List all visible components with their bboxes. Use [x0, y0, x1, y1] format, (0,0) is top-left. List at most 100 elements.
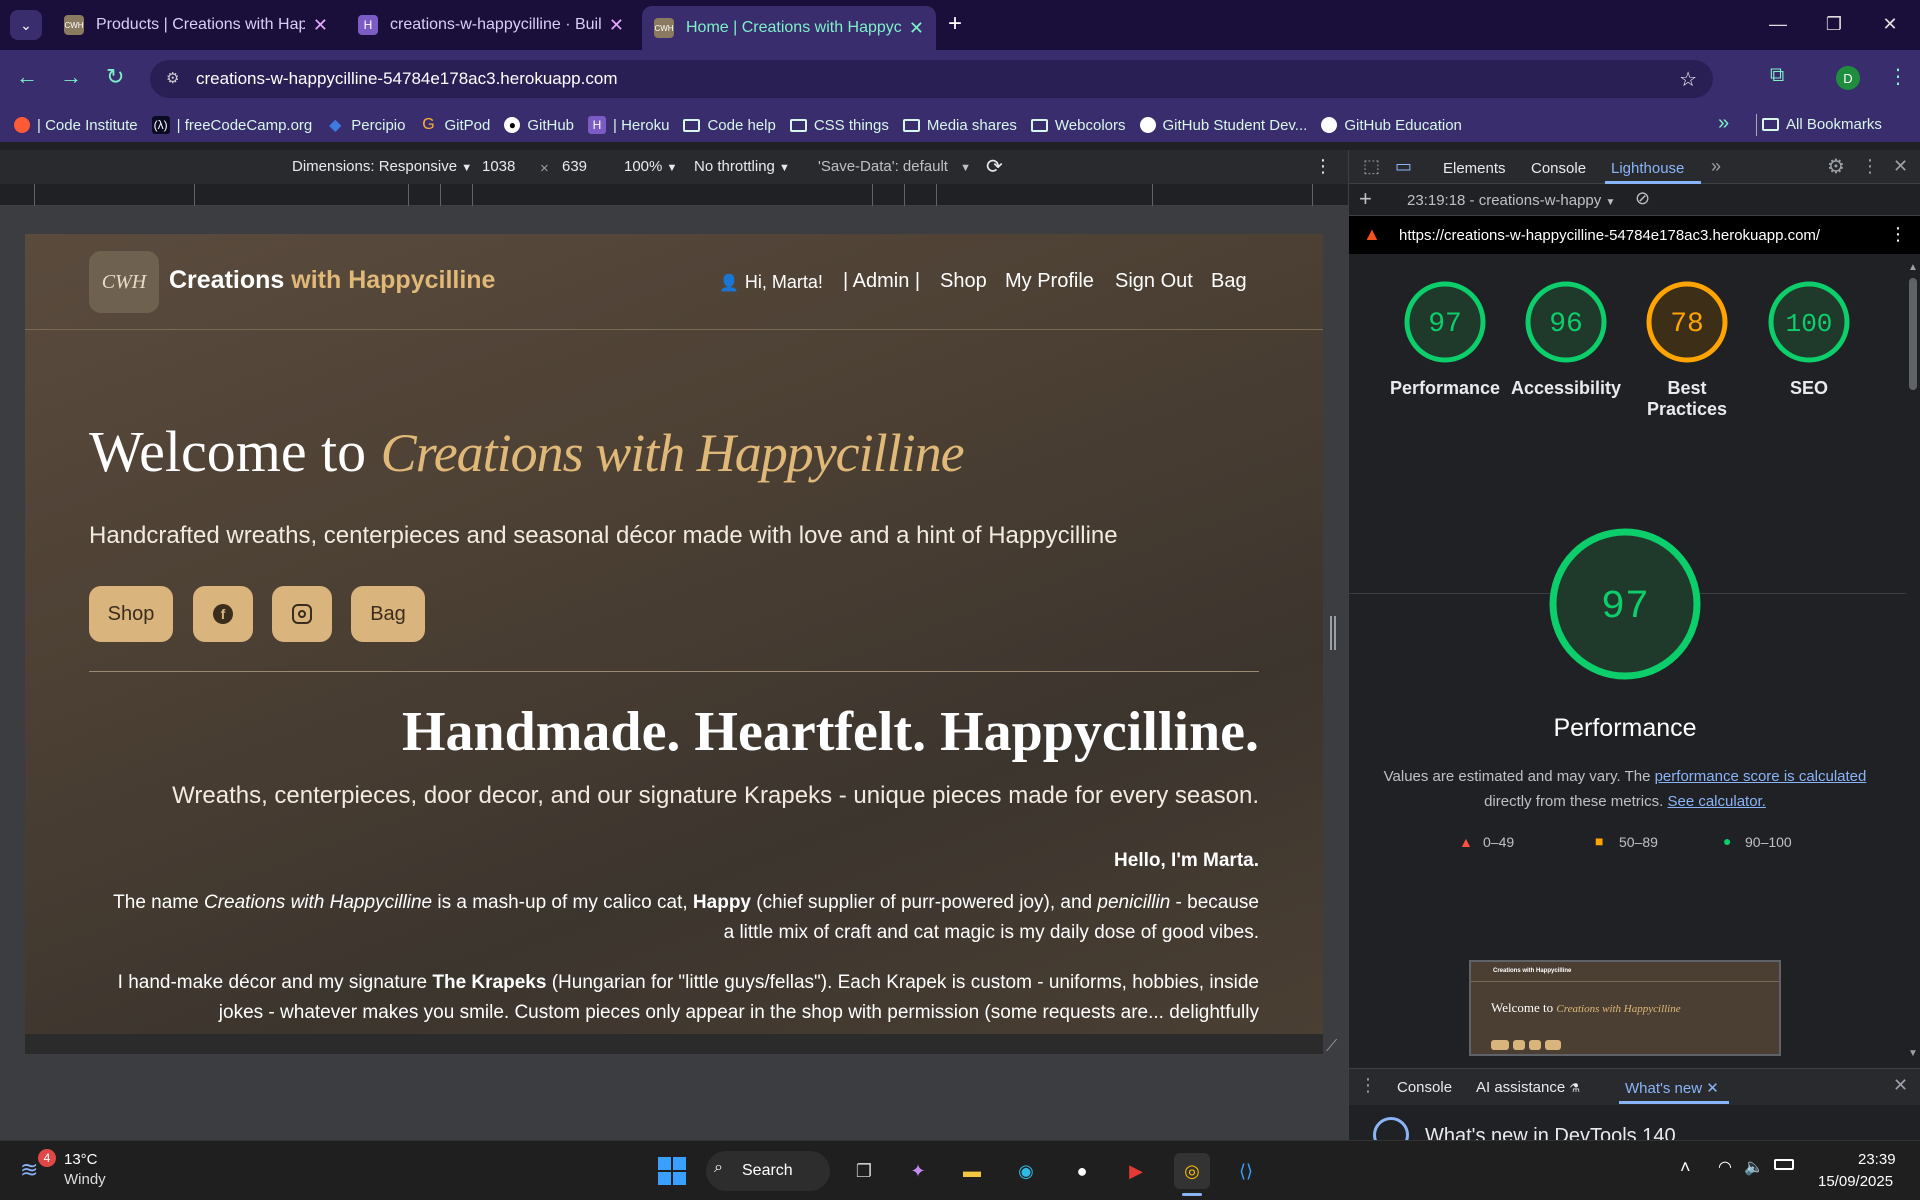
- address-bar[interactable]: ⚙ creations-w-happycilline-54784e178ac3.…: [150, 60, 1713, 98]
- bookmark-github-student[interactable]: GitHub Student Dev...: [1139, 117, 1307, 134]
- see-calculator-link[interactable]: See calculator.: [1667, 793, 1765, 810]
- tab-elements[interactable]: Elements: [1443, 160, 1506, 177]
- right-resize-handle[interactable]: [1330, 616, 1336, 650]
- clear-reports-icon[interactable]: ⊘: [1635, 188, 1650, 209]
- report-menu-icon[interactable]: ⋮: [1889, 224, 1907, 245]
- bookmark-folder-media-shares[interactable]: Media shares: [902, 117, 1017, 134]
- width-input[interactable]: 1038: [482, 158, 515, 175]
- more-options-icon[interactable]: ⋮: [1314, 156, 1332, 177]
- inspect-element-icon[interactable]: ⬚: [1363, 156, 1380, 177]
- all-bookmarks-button[interactable]: All Bookmarks: [1762, 116, 1882, 133]
- close-tab-icon[interactable]: ✕: [313, 15, 328, 36]
- reload-icon[interactable]: ↻: [106, 64, 124, 90]
- forward-icon[interactable]: →: [60, 64, 82, 90]
- file-explorer-icon[interactable]: ▬: [954, 1153, 990, 1189]
- more-bookmarks-icon[interactable]: »: [1718, 112, 1729, 135]
- hero-facebook-button[interactable]: f: [193, 586, 253, 642]
- tab-search-button[interactable]: ⌄: [10, 10, 42, 40]
- browser-tab-heroku-build[interactable]: H creations-w-happycilline · Build ✕: [346, 8, 636, 42]
- gauge-accessibility[interactable]: 96 Accessibility: [1496, 254, 1636, 414]
- hero-instagram-button[interactable]: [272, 586, 332, 642]
- task-view-icon[interactable]: ❐: [846, 1153, 882, 1189]
- report-scrollbar[interactable]: ▲ ▼: [1906, 260, 1920, 1062]
- dimensions-select[interactable]: Dimensions: Responsive ▼: [292, 158, 472, 175]
- site-brand[interactable]: Creations with Happycilline: [169, 266, 495, 295]
- clock-time[interactable]: 23:39: [1858, 1151, 1896, 1168]
- zoom-select[interactable]: 100% ▼: [624, 158, 677, 175]
- close-devtools-icon[interactable]: ✕: [1893, 156, 1908, 177]
- bookmark-gitpod[interactable]: G GitPod: [419, 116, 490, 134]
- scroll-down-arrow[interactable]: ▼: [1908, 1048, 1918, 1059]
- edge-icon[interactable]: ◉: [1008, 1153, 1044, 1189]
- more-tabs-icon[interactable]: »: [1711, 156, 1721, 177]
- profile-avatar[interactable]: D: [1836, 66, 1860, 90]
- browser-tab-products[interactable]: CWH Products | Creations with Happycilli…: [52, 8, 340, 42]
- browser-tab-home[interactable]: CWH Home | Creations with Happycilline ✕: [642, 6, 936, 50]
- gauge-performance[interactable]: 97 Performance: [1375, 254, 1515, 414]
- github-desktop-icon[interactable]: ●: [1064, 1153, 1100, 1189]
- bookmark-github-education[interactable]: GitHub Education: [1321, 117, 1462, 134]
- hero-bag-button[interactable]: Bag: [351, 586, 425, 642]
- copilot-icon[interactable]: ✦: [900, 1153, 936, 1189]
- device-toggle-icon[interactable]: ▭: [1395, 156, 1412, 177]
- close-tab-icon[interactable]: ✕: [1706, 1080, 1719, 1097]
- nav-shop-link[interactable]: Shop: [940, 270, 987, 293]
- scroll-up-arrow[interactable]: ▲: [1908, 262, 1918, 273]
- rotate-icon[interactable]: ⟳: [986, 154, 1003, 179]
- nav-admin-link[interactable]: | Admin |: [843, 270, 920, 293]
- site-logo[interactable]: CWH: [89, 251, 159, 313]
- bookmark-folder-code-help[interactable]: Code help: [683, 117, 776, 134]
- start-button[interactable]: [654, 1153, 690, 1189]
- gauge-best-practices[interactable]: 78 Best Practices: [1617, 254, 1757, 444]
- drawer-tab-ai[interactable]: AI assistance ⚗: [1476, 1079, 1580, 1096]
- corner-resize-handle[interactable]: ⟋: [1326, 1038, 1337, 1056]
- bookmark-percipio[interactable]: ◆ Percipio: [326, 116, 405, 135]
- close-drawer-icon[interactable]: ✕: [1893, 1075, 1908, 1096]
- bookmark-github[interactable]: ● GitHub: [504, 117, 574, 134]
- nav-bag-link[interactable]: Bag: [1211, 270, 1247, 293]
- close-window-button[interactable]: ✕: [1862, 0, 1918, 48]
- new-tab-button[interactable]: +: [948, 10, 962, 38]
- vscode-icon[interactable]: ⟨⟩: [1228, 1153, 1264, 1189]
- bookmark-folder-webcolors[interactable]: Webcolors: [1030, 117, 1126, 134]
- chrome-menu-icon[interactable]: ⋮: [1888, 64, 1908, 89]
- drawer-tab-whatsnew[interactable]: What's new ✕: [1625, 1079, 1719, 1097]
- back-icon[interactable]: ←: [16, 64, 38, 90]
- nav-greeting[interactable]: 👤 Hi, Marta!: [719, 272, 823, 293]
- scrollbar-thumb[interactable]: [1909, 278, 1917, 390]
- bookmark-code-institute[interactable]: | Code Institute: [14, 117, 138, 134]
- tab-lighthouse[interactable]: Lighthouse: [1611, 160, 1684, 177]
- tab-console[interactable]: Console: [1531, 160, 1586, 177]
- show-hidden-icons[interactable]: ˄: [1680, 1157, 1691, 1178]
- settings-gear-icon[interactable]: ⚙: [1827, 154, 1845, 179]
- clock-date[interactable]: 15/09/2025: [1818, 1173, 1893, 1190]
- close-tab-icon[interactable]: ✕: [909, 18, 924, 39]
- throttling-select[interactable]: No throttling ▼: [694, 158, 790, 175]
- weather-widget[interactable]: ≋ 4 13°C Windy: [20, 1149, 140, 1193]
- close-tab-icon[interactable]: ✕: [609, 15, 624, 36]
- extensions-icon[interactable]: ⧉: [1770, 64, 1784, 87]
- gauge-seo[interactable]: 100 SEO: [1739, 254, 1879, 414]
- drawer-tab-console[interactable]: Console: [1397, 1079, 1452, 1096]
- bookmark-heroku[interactable]: H | Heroku: [588, 116, 669, 134]
- score-calc-link[interactable]: performance score is calculated: [1655, 768, 1867, 785]
- bookmark-star-icon[interactable]: ☆: [1679, 67, 1697, 92]
- restore-button[interactable]: ❐: [1806, 0, 1862, 48]
- devtools-menu-icon[interactable]: ⋮: [1861, 156, 1879, 177]
- bookmark-folder-css-things[interactable]: CSS things: [789, 117, 889, 134]
- new-report-icon[interactable]: +: [1359, 186, 1372, 212]
- bookmark-freecodecamp[interactable]: (λ) | freeCodeCamp.org: [151, 116, 312, 134]
- nav-profile-link[interactable]: My Profile: [1005, 270, 1094, 293]
- taskbar-search[interactable]: ⌕ Search: [706, 1151, 830, 1191]
- report-select[interactable]: 23:19:18 - creations-w-happy ▼: [1407, 192, 1615, 209]
- nav-signout-link[interactable]: Sign Out: [1115, 270, 1193, 293]
- wifi-icon[interactable]: ◠: [1718, 1157, 1732, 1177]
- hero-shop-button[interactable]: Shop: [89, 586, 173, 642]
- height-input[interactable]: 639: [562, 158, 587, 175]
- drawer-menu-icon[interactable]: ⋮: [1359, 1075, 1377, 1096]
- battery-icon[interactable]: [1774, 1159, 1794, 1170]
- site-info-icon[interactable]: ⚙: [166, 69, 179, 87]
- chrome-icon[interactable]: ◎: [1174, 1153, 1210, 1189]
- minimize-button[interactable]: —: [1750, 0, 1806, 48]
- volume-icon[interactable]: 🔈: [1744, 1157, 1764, 1177]
